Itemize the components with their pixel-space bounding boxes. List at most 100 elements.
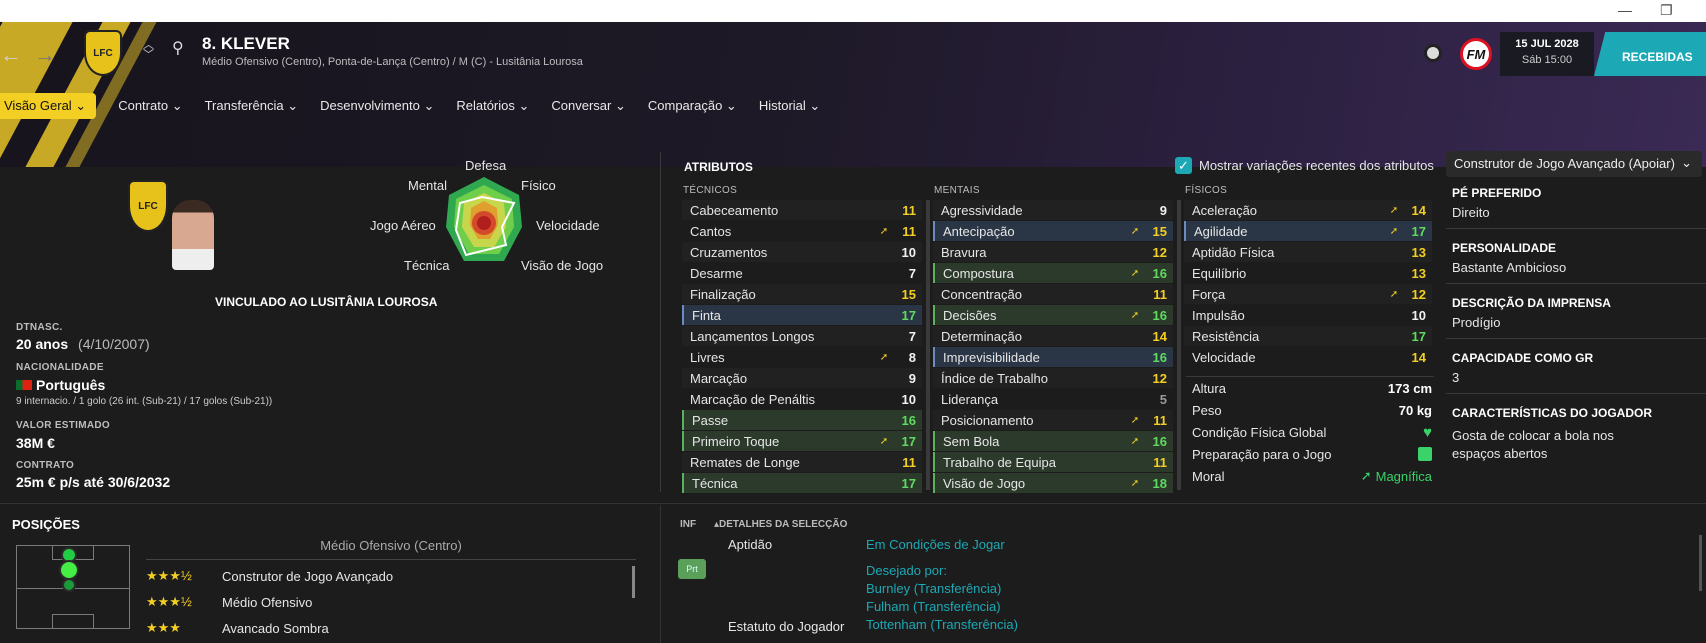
trend-arrow-icon: ➚ xyxy=(1130,267,1140,279)
technical-attribute-row[interactable]: Cabeceamento 11 xyxy=(682,200,922,220)
tab-comparacao[interactable]: Comparação ⌄ xyxy=(648,98,737,114)
attribute-name: Velocidade xyxy=(1192,349,1256,365)
nationality-value[interactable]: Português xyxy=(16,377,105,393)
mental-attribute-row[interactable]: Agressividade 9 xyxy=(933,200,1173,220)
forward-arrow-icon[interactable]: → xyxy=(34,42,56,68)
contract-label: CONTRATO xyxy=(16,460,75,471)
inf-label: INF xyxy=(680,519,697,530)
mental-attribute-row[interactable]: Concentração 11 xyxy=(933,284,1173,304)
tab-conversar[interactable]: Conversar ⌄ xyxy=(551,98,625,114)
physical-attribute-row[interactable]: Aptidão Física 13 xyxy=(1184,242,1432,262)
show-changes-checkbox[interactable]: ✓ xyxy=(1175,157,1192,174)
role-select[interactable]: Construtor de Jogo Avançado (Apoiar) ⌄ xyxy=(1446,151,1702,177)
player-positions: Médio Ofensivo (Centro), Ponta-de-Lança … xyxy=(202,56,583,68)
mental-attribute-row[interactable]: Determinação 14 xyxy=(933,326,1173,346)
mental-attribute-row[interactable]: Visão de Jogo ➚ 18 xyxy=(933,473,1173,493)
attribute-name: Aptidão Física xyxy=(1192,244,1275,260)
technical-attribute-row[interactable]: Desarme 7 xyxy=(682,263,922,283)
technical-attribute-row[interactable]: Técnica 17 xyxy=(682,473,922,493)
mental-attribute-row[interactable]: Antecipação ➚ 15 xyxy=(933,221,1173,241)
physical-attribute-row[interactable]: Velocidade 14 xyxy=(1184,347,1432,367)
tab-desenvolvimento[interactable]: Desenvolvimento ⌄ xyxy=(320,98,434,114)
physical-attribute-row[interactable]: Aceleração ➚ 14 xyxy=(1184,200,1432,220)
mental-attribute-row[interactable]: Compostura ➚ 16 xyxy=(933,263,1173,283)
divider xyxy=(1446,393,1706,394)
gk-label: CAPACIDADE COMO GR xyxy=(1452,351,1594,365)
attribute-value: 17 xyxy=(901,475,916,491)
technical-attribute-row[interactable]: Finalização 15 xyxy=(682,284,922,304)
technical-attribute-row[interactable]: Primeiro Toque ➚ 17 xyxy=(682,431,922,451)
technical-attribute-row[interactable]: Lançamentos Longos 7 xyxy=(682,326,922,346)
trend-arrow-icon: ➚ xyxy=(1389,288,1399,300)
roles-scrollbar[interactable] xyxy=(632,566,635,598)
globe-icon[interactable] xyxy=(1424,44,1442,62)
technical-attribute-row[interactable]: Livres ➚ 8 xyxy=(682,347,922,367)
mental-attribute-row[interactable]: Sem Bola ➚ 16 xyxy=(933,431,1173,451)
media-value: Prodígio xyxy=(1452,315,1501,330)
divider xyxy=(1446,228,1706,229)
attribute-value: 17 xyxy=(1411,328,1426,344)
main-position: Médio Ofensivo (Centro) xyxy=(320,538,462,553)
tab-contrato[interactable]: Contrato ⌄ xyxy=(118,98,182,114)
attribute-value: 12 xyxy=(1152,244,1167,260)
attribute-name: Primeiro Toque xyxy=(692,433,780,449)
club-crest-icon[interactable]: LFC xyxy=(84,30,122,76)
column-scroll-bar[interactable] xyxy=(926,200,930,490)
attribute-name: Passe xyxy=(692,412,729,428)
inbox-button[interactable]: RECEBIDAS xyxy=(1594,32,1706,76)
mental-attribute-row[interactable]: Imprevisibilidade 16 xyxy=(933,347,1173,367)
physical-attribute-row[interactable]: Equilíbrio 13 xyxy=(1184,263,1432,283)
technical-attribute-row[interactable]: Remates de Longe 11 xyxy=(682,452,922,472)
fm-logo-icon[interactable]: FM xyxy=(1460,38,1492,70)
position-pitch xyxy=(16,545,130,629)
wanted-club-link[interactable]: Fulham (Transferência) xyxy=(866,599,1001,614)
role-row[interactable]: ★★★½ Médio Ofensivo xyxy=(146,590,636,614)
physical-attribute-row[interactable]: Agilidade ➚ 17 xyxy=(1184,221,1432,241)
mental-attribute-row[interactable]: Bravura 12 xyxy=(933,242,1173,262)
selection-details-toggle[interactable]: ▴DETALHES DA SELECÇÃO xyxy=(714,519,847,530)
fitness-value[interactable]: Em Condições de Jogar xyxy=(866,537,1005,552)
role-row[interactable]: ★★★½ Construtor de Jogo Avançado xyxy=(146,564,636,588)
technical-attribute-row[interactable]: Cruzamentos 10 xyxy=(682,242,922,262)
wanted-club-link[interactable]: Burnley (Transferência) xyxy=(866,581,1001,596)
mental-attribute-row[interactable]: Decisões ➚ 16 xyxy=(933,305,1173,325)
date-display[interactable]: 15 JUL 2028 Sáb 15:00 xyxy=(1500,32,1594,76)
mental-attribute-row[interactable]: Índice de Trabalho 12 xyxy=(933,368,1173,388)
tab-transferencia[interactable]: Transferência ⌄ xyxy=(205,98,299,114)
physical-attribute-row[interactable]: Força ➚ 12 xyxy=(1184,284,1432,304)
tab-relatorios[interactable]: Relatórios ⌄ xyxy=(456,98,529,114)
role-name: Avancado Sombra xyxy=(222,620,329,636)
column-scroll-bar[interactable] xyxy=(1177,200,1181,490)
show-changes-label[interactable]: Mostrar variações recentes dos atributos xyxy=(1199,158,1434,173)
selection-scrollbar[interactable] xyxy=(1699,535,1702,591)
restore-icon[interactable]: ❐ xyxy=(1660,2,1673,19)
portugal-flag-icon xyxy=(16,380,32,390)
height-row: Altura 173 cm xyxy=(1192,378,1432,398)
role-row[interactable]: ★★★ Avancado Sombra xyxy=(146,616,636,640)
technical-attribute-row[interactable]: Cantos ➚ 11 xyxy=(682,221,922,241)
technical-attribute-row[interactable]: Finta 17 xyxy=(682,305,922,325)
weight-row: Peso 70 kg xyxy=(1192,400,1432,420)
physical-attribute-row[interactable]: Resistência 17 xyxy=(1184,326,1432,346)
mental-attribute-row[interactable]: Liderança 5 xyxy=(933,389,1173,409)
selection-details-label: DETALHES DA SELECÇÃO xyxy=(719,519,848,530)
physical-attribute-row[interactable]: Impulsão 10 xyxy=(1184,305,1432,325)
technical-attribute-row[interactable]: Marcação 9 xyxy=(682,368,922,388)
wanted-club-link[interactable]: Tottenham (Transferência) xyxy=(866,617,1018,632)
technical-header: TÉCNICOS xyxy=(683,185,738,196)
search-icon[interactable]: ⚲ xyxy=(172,38,184,58)
tab-historial[interactable]: Historial ⌄ xyxy=(759,98,820,114)
mental-attribute-row[interactable]: Trabalho de Equipa 11 xyxy=(933,452,1173,472)
tab-visao-geral[interactable]: Visão Geral ⌄ xyxy=(0,93,97,119)
back-arrow-icon[interactable]: ← xyxy=(0,42,22,68)
minimize-icon[interactable]: — xyxy=(1618,2,1632,18)
position-dot-amc[interactable] xyxy=(59,560,79,580)
attribute-name: Agilidade xyxy=(1194,223,1248,239)
attribute-name: Finalização xyxy=(690,286,756,302)
age: 20 anos xyxy=(16,336,69,352)
chevron-updown-icon[interactable]: ︿ ﹀ xyxy=(143,40,154,61)
position-dot-mc[interactable] xyxy=(62,578,76,592)
mental-attribute-row[interactable]: Posicionamento ➚ 11 xyxy=(933,410,1173,430)
technical-attribute-row[interactable]: Marcação de Penáltis 10 xyxy=(682,389,922,409)
technical-attribute-row[interactable]: Passe 16 xyxy=(682,410,922,430)
